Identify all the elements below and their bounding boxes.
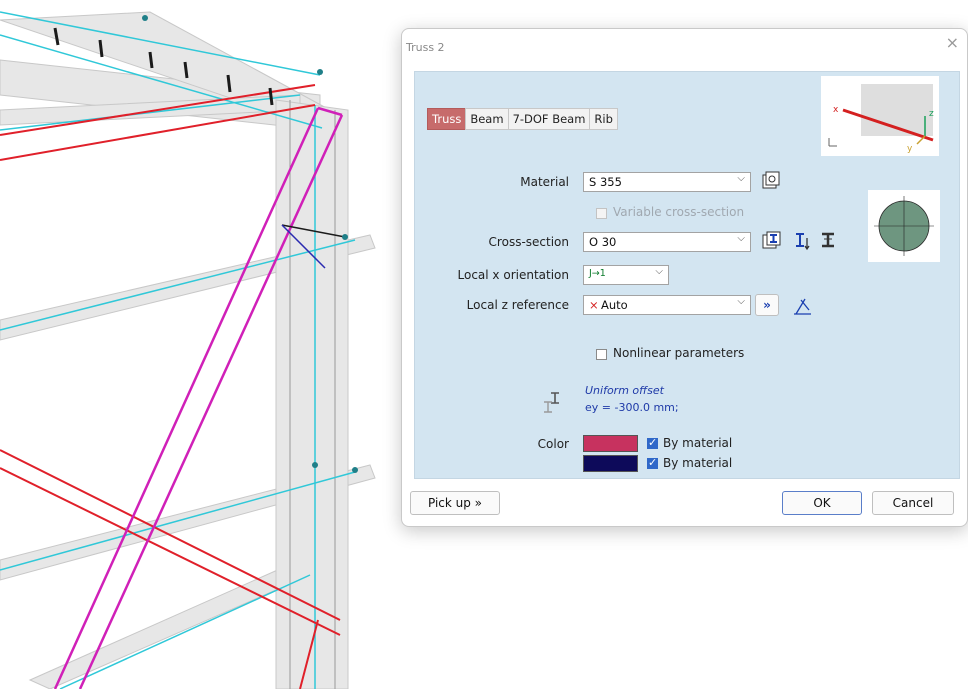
properties-panel: Truss Beam 7-DOF Beam Rib x y z Material…	[414, 71, 960, 479]
local-z-reference-value: Auto	[601, 298, 628, 312]
tab-rib[interactable]: Rib	[589, 108, 618, 130]
color-swatch-1[interactable]	[583, 435, 638, 452]
section-properties-icon[interactable]	[819, 230, 839, 252]
tab-7-dof-beam[interactable]: 7-DOF Beam	[507, 108, 590, 130]
section-library-icon[interactable]	[761, 230, 783, 252]
cross-section-label: Cross-section	[488, 235, 569, 249]
local-x-orientation-value: J→1	[589, 268, 606, 279]
local-axis-direction-icon[interactable]	[791, 294, 815, 318]
grey-members	[0, 11, 376, 689]
tab-truss[interactable]: Truss	[427, 108, 466, 130]
truss-properties-dialog: Truss 2 × Truss Beam 7-DOF Beam Rib x y …	[401, 28, 968, 527]
by-material-label-2: By material	[663, 456, 733, 470]
pick-up-button[interactable]: Pick up »	[410, 491, 500, 515]
preview-z-label: z	[929, 109, 934, 119]
member-type-tabs: Truss Beam 7-DOF Beam Rib	[427, 108, 618, 130]
section-edit-icon[interactable]	[793, 230, 813, 252]
material-label: Material	[520, 175, 569, 189]
preview-y-label: y	[907, 144, 913, 154]
auto-marker-icon: ×	[589, 298, 599, 312]
local-x-orientation-label: Local x orientation	[457, 268, 569, 282]
material-value: S 355	[589, 175, 622, 189]
variable-cross-section-checkbox[interactable]	[596, 208, 607, 219]
color-swatch-2[interactable]	[583, 455, 638, 472]
by-material-label-1: By material	[663, 436, 733, 450]
local-z-reference-select[interactable]: × Auto ⌵	[583, 295, 751, 315]
chevron-down-icon: ⌵	[737, 233, 745, 244]
variable-cross-section-label: Variable cross-section	[613, 205, 745, 219]
chevron-down-icon: ⌵	[655, 266, 663, 277]
material-select[interactable]: S 355 ⌵	[583, 172, 751, 192]
offset-icon	[544, 392, 559, 413]
chevron-down-icon: ⌵	[737, 296, 745, 307]
orientation-preview: x y z	[821, 76, 939, 156]
chevron-down-icon: ⌵	[737, 173, 745, 184]
offset-title: Uniform offset	[585, 384, 664, 397]
local-z-reference-label: Local z reference	[466, 298, 569, 312]
tab-beam[interactable]: Beam	[465, 108, 508, 130]
local-z-expand-button[interactable]: »	[755, 294, 779, 316]
material-library-icon[interactable]	[761, 170, 783, 192]
by-material-checkbox-1[interactable]	[647, 436, 658, 449]
local-x-orientation-select[interactable]: J→1 ⌵	[583, 265, 669, 285]
offset-value: ey = -300.0 mm;	[585, 401, 679, 414]
color-label: Color	[537, 437, 569, 451]
ok-button[interactable]: OK	[782, 491, 862, 515]
cross-section-select[interactable]: O 30 ⌵	[583, 232, 751, 252]
close-icon[interactable]: ×	[946, 35, 959, 51]
nonlinear-parameters-label: Nonlinear parameters	[613, 346, 745, 360]
nonlinear-parameters-checkbox[interactable]	[596, 349, 607, 360]
cancel-button[interactable]: Cancel	[872, 491, 954, 515]
dialog-title: Truss 2	[406, 41, 445, 54]
cross-section-preview	[868, 190, 940, 262]
preview-x-label: x	[833, 105, 839, 115]
cross-section-value: O 30	[589, 235, 617, 249]
by-material-checkbox-2[interactable]	[647, 456, 658, 469]
